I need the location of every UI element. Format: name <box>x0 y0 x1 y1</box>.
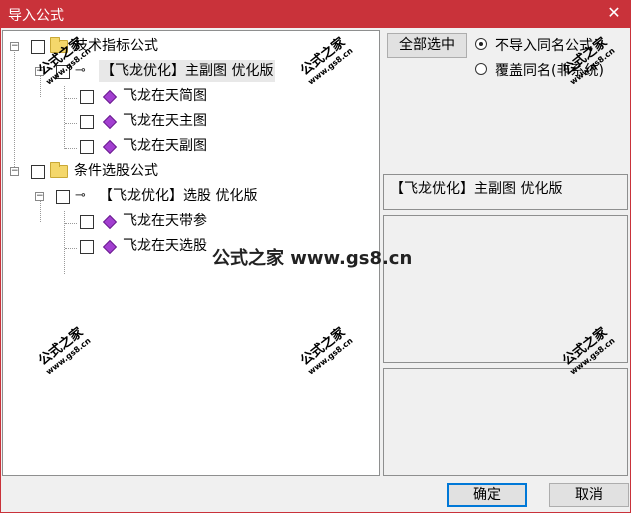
node-checkbox[interactable] <box>31 40 45 54</box>
tree-node-label: 【飞龙优化】主副图 优化版 <box>99 60 276 82</box>
tree-node-stock-formula[interactable]: − ⊸ 【飞龙优化】选股 优化版 <box>3 185 363 207</box>
folder-icon <box>50 37 68 53</box>
select-all-button[interactable]: 全部选中 <box>387 33 467 58</box>
window-title: 导入公式 <box>8 8 64 24</box>
cancel-button[interactable]: 取消 <box>549 483 629 507</box>
collapse-icon[interactable]: − <box>10 42 19 51</box>
title-bar: 导入公式 ✕ <box>0 0 631 28</box>
node-checkbox[interactable] <box>80 240 94 254</box>
collapse-icon[interactable]: − <box>10 167 19 176</box>
tree-node-label: 【飞龙优化】选股 优化版 <box>99 188 258 204</box>
tree-node-label: 飞龙在天主图 <box>123 113 207 129</box>
diamond-icon <box>102 89 118 105</box>
tree-node-main-formula[interactable]: − ⊸ 【飞龙优化】主副图 优化版 <box>3 60 363 82</box>
radio-overwrite-same-name[interactable] <box>475 63 487 75</box>
diamond-icon <box>102 114 118 130</box>
tree-node-label: 飞龙在天简图 <box>123 88 207 104</box>
folder-icon <box>50 162 68 178</box>
collapse-icon[interactable]: − <box>35 67 44 76</box>
radio-skip-same-name[interactable] <box>475 38 487 50</box>
formula-tree[interactable]: − 技术指标公式 − ⊸ 【飞龙优化】主副图 优化版 飞龙在天简图 飞龙在天主图… <box>2 30 380 476</box>
diamond-icon <box>102 239 118 255</box>
tree-node-label: 飞龙在天选股 <box>123 238 207 254</box>
node-checkbox[interactable] <box>80 215 94 229</box>
formula-description-panel <box>383 215 628 363</box>
node-checkbox[interactable] <box>80 140 94 154</box>
node-checkbox[interactable] <box>56 190 70 204</box>
tree-node-technical-folder[interactable]: − 技术指标公式 <box>3 35 363 57</box>
radio-label: 不导入同名公式 <box>495 38 593 54</box>
close-icon[interactable]: ✕ <box>605 3 623 23</box>
collapse-icon[interactable]: − <box>35 192 44 201</box>
tree-node-condition-folder[interactable]: − 条件选股公式 <box>3 160 363 182</box>
selected-formula-name: 【飞龙优化】主副图 优化版 <box>383 174 628 210</box>
tree-node-formula[interactable]: 飞龙在天副图 <box>3 135 363 157</box>
node-checkbox[interactable] <box>56 65 70 79</box>
ok-button[interactable]: 确定 <box>447 483 527 507</box>
tree-node-formula[interactable]: 飞龙在天简图 <box>3 85 363 107</box>
tree-node-label: 飞龙在天带参 <box>123 213 207 229</box>
tree-node-label: 技术指标公式 <box>74 38 158 54</box>
tree-node-formula[interactable]: 飞龙在天带参 <box>3 210 363 232</box>
key-icon: ⊸ <box>75 188 86 203</box>
tree-node-formula[interactable]: 飞龙在天主图 <box>3 110 363 132</box>
node-checkbox[interactable] <box>31 165 45 179</box>
diamond-icon <box>102 139 118 155</box>
tree-node-label: 条件选股公式 <box>74 163 158 179</box>
tree-node-label: 飞龙在天副图 <box>123 138 207 154</box>
node-checkbox[interactable] <box>80 90 94 104</box>
formula-info-panel <box>383 368 628 476</box>
key-icon: ⊸ <box>75 63 86 78</box>
node-checkbox[interactable] <box>80 115 94 129</box>
radio-label: 覆盖同名(非系统) <box>495 63 604 79</box>
tree-node-formula[interactable]: 飞龙在天选股 <box>3 235 363 257</box>
diamond-icon <box>102 214 118 230</box>
